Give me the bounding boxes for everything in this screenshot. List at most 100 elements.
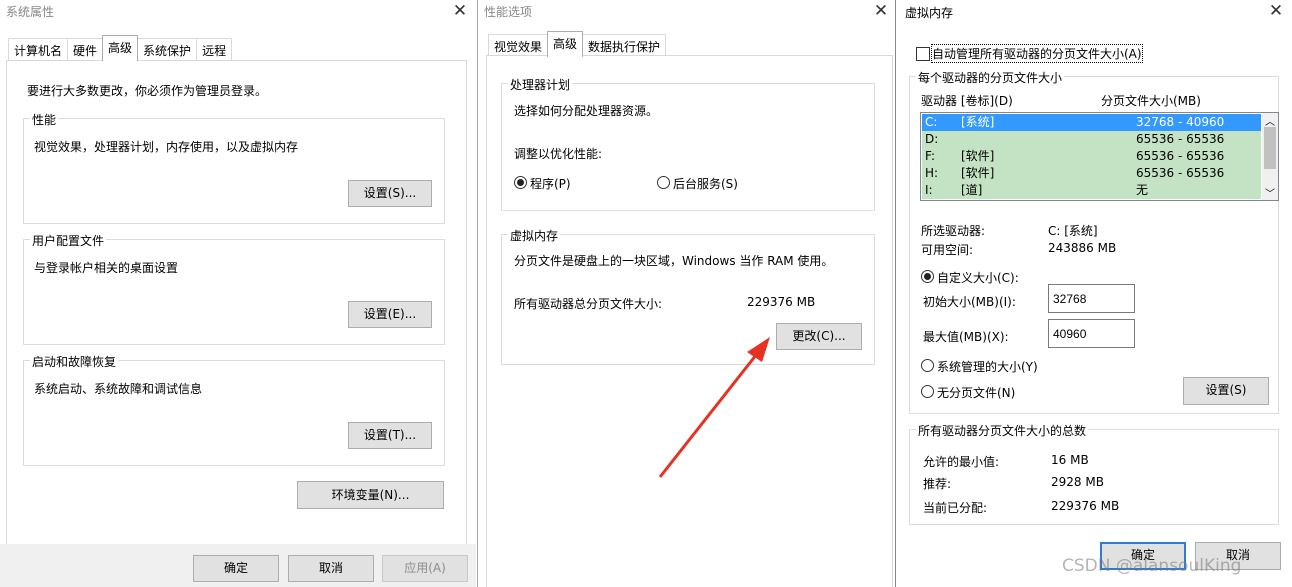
processor-scheduling-desc: 选择如何分配处理器资源。 xyxy=(514,104,659,118)
drive-row[interactable]: C: [系统] 32768 - 40960 xyxy=(922,114,1261,131)
drive-row[interactable]: H: [软件] 65536 - 65536 xyxy=(922,165,1261,182)
drive-size: 32768 - 40960 xyxy=(1136,115,1225,129)
drive-label: [道] xyxy=(961,183,983,197)
tab-page: 要进行大多数更改，你必须作为管理员登录。 性能 视觉效果，处理器计划，内存使用，… xyxy=(6,60,467,545)
drive-row[interactable]: D: 65536 - 65536 xyxy=(922,131,1261,148)
system-properties-window: 系统属性 ✕ 计算机名 硬件 高级 系统保护 远程 要进行大多数更改，你必须作为… xyxy=(0,0,476,587)
tab-page: 处理器计划 选择如何分配处理器资源。 调整以优化性能: 程序(P) 后台服务(S… xyxy=(486,55,893,587)
window-title: 性能选项 xyxy=(484,5,533,19)
drive-letter: I: xyxy=(925,183,933,197)
virtual-memory-window: 虚拟内存 ✕ 自动管理所有驱动器的分页文件大小(A) 每个驱动器的分页文件大小 … xyxy=(895,0,1292,587)
window-title: 虚拟内存 xyxy=(905,6,954,20)
virtual-memory-desc: 分页文件是硬盘上的一块区域，Windows 当作 RAM 使用。 xyxy=(514,254,834,268)
close-icon[interactable]: ✕ xyxy=(451,2,469,20)
chevron-up-icon[interactable]: ︿ xyxy=(1265,113,1275,128)
cancel-button[interactable]: 取消 xyxy=(288,555,374,582)
size-column-header: 分页文件大小(MB) xyxy=(1101,94,1201,108)
tab-visual-effects[interactable]: 视觉效果 xyxy=(488,34,549,56)
system-managed-label[interactable]: 系统管理的大小(Y) xyxy=(937,358,1038,375)
ok-button[interactable]: 确定 xyxy=(193,555,279,582)
background-services-radio[interactable] xyxy=(657,176,670,189)
close-icon[interactable]: ✕ xyxy=(1267,2,1285,20)
performance-desc: 视觉效果，处理器计划，内存使用，以及虚拟内存 xyxy=(34,140,299,154)
user-profile-settings-button[interactable]: 设置(E)... xyxy=(348,301,432,328)
total-paging-value: 229376 MB xyxy=(747,295,816,309)
drive-size: 无 xyxy=(1136,183,1149,197)
min-allowed-value: 16 MB xyxy=(1051,453,1089,467)
drive-column-header: 驱动器 [卷标](D) xyxy=(921,94,1013,108)
performance-options-window: 性能选项 ✕ 视觉效果 高级 数据执行保护 处理器计划 选择如何分配处理器资源。… xyxy=(477,0,893,587)
admin-notice: 要进行大多数更改，你必须作为管理员登录。 xyxy=(27,84,268,98)
tab-advanced[interactable]: 高级 xyxy=(102,35,139,61)
startup-recovery-group: 启动和故障恢复 系统启动、系统故障和调试信息 设置(T)... xyxy=(23,353,445,466)
window-title: 系统属性 xyxy=(6,5,55,19)
virtual-memory-label: 虚拟内存 xyxy=(508,227,561,244)
apply-button[interactable]: 应用(A) xyxy=(382,555,468,582)
adjust-for-label: 调整以优化性能: xyxy=(514,147,603,161)
custom-size-radio[interactable] xyxy=(921,270,934,283)
total-paging-label: 所有驱动器总分页文件大小: xyxy=(514,297,663,311)
drive-row[interactable]: F: [软件] 65536 - 65536 xyxy=(922,148,1261,165)
drive-letter: F: xyxy=(925,149,936,163)
auto-manage-label[interactable]: 自动管理所有驱动器的分页文件大小(A) xyxy=(931,44,1143,63)
per-drive-label: 每个驱动器的分页文件大小 xyxy=(916,69,1065,86)
custom-size-label[interactable]: 自定义大小(C): xyxy=(937,269,1019,286)
chevron-down-icon[interactable]: ﹀ xyxy=(1265,185,1275,200)
title-bar: 系统属性 ✕ xyxy=(0,0,476,22)
change-button[interactable]: 更改(C)... xyxy=(776,323,862,350)
selected-drive-label: 所选驱动器: xyxy=(921,224,986,238)
set-button[interactable]: 设置(S) xyxy=(1183,377,1269,405)
tab-system-protection[interactable]: 系统保护 xyxy=(137,38,198,60)
processor-scheduling-group: 处理器计划 选择如何分配处理器资源。 调整以优化性能: 程序(P) 后台服务(S… xyxy=(501,76,875,211)
drive-label: [软件] xyxy=(961,149,995,163)
background-services-label[interactable]: 后台服务(S) xyxy=(673,175,738,192)
initial-size-input[interactable] xyxy=(1048,284,1135,313)
watermark: CSDN @alansoulKing xyxy=(1062,556,1242,576)
user-profile-desc: 与登录帐户相关的桌面设置 xyxy=(34,261,179,275)
totals-group: 所有驱动器分页文件大小的总数 允许的最小值: 16 MB 推荐: 2928 MB… xyxy=(909,422,1279,525)
title-bar: 虚拟内存 ✕ xyxy=(896,0,1292,22)
free-space-label: 可用空间: xyxy=(921,243,974,257)
programs-radio[interactable] xyxy=(514,176,527,189)
scrollbar-thumb[interactable] xyxy=(1264,127,1276,169)
environment-variables-button[interactable]: 环境变量(N)... xyxy=(297,481,444,509)
selected-drive-value: C: [系统] xyxy=(1048,224,1098,238)
close-icon[interactable]: ✕ xyxy=(872,2,890,20)
drive-label: [软件] xyxy=(961,166,995,180)
max-size-input[interactable] xyxy=(1048,319,1135,348)
title-bar: 性能选项 ✕ xyxy=(478,0,893,22)
startup-recovery-label: 启动和故障恢复 xyxy=(30,353,119,370)
tab-remote[interactable]: 远程 xyxy=(196,38,233,60)
recommended-value: 2928 MB xyxy=(1051,475,1104,489)
drive-size: 65536 - 65536 xyxy=(1136,166,1225,180)
tab-computer-name[interactable]: 计算机名 xyxy=(8,38,69,60)
tab-advanced[interactable]: 高级 xyxy=(547,31,584,57)
tab-strip: 视觉效果 高级 数据执行保护 xyxy=(488,31,667,57)
tab-strip: 计算机名 硬件 高级 系统保护 远程 xyxy=(8,35,233,61)
recommended-label: 推荐: xyxy=(923,477,952,491)
max-size-label: 最大值(MB)(X): xyxy=(923,330,1009,344)
programs-label[interactable]: 程序(P) xyxy=(530,175,571,192)
drive-label: [系统] xyxy=(961,115,995,129)
drive-letter: C: xyxy=(925,115,938,129)
currently-allocated-value: 229376 MB xyxy=(1051,499,1120,513)
system-managed-radio[interactable] xyxy=(921,359,934,372)
tab-hardware[interactable]: 硬件 xyxy=(67,38,104,60)
startup-recovery-desc: 系统启动、系统故障和调试信息 xyxy=(34,382,203,396)
no-paging-file-label[interactable]: 无分页文件(N) xyxy=(937,384,1015,401)
drive-letter: D: xyxy=(925,132,939,146)
startup-recovery-settings-button[interactable]: 设置(T)... xyxy=(348,422,432,449)
no-paging-file-radio[interactable] xyxy=(921,385,934,398)
drive-letter: H: xyxy=(925,166,939,180)
user-profile-label: 用户配置文件 xyxy=(30,232,107,249)
totals-label: 所有驱动器分页文件大小的总数 xyxy=(916,422,1089,439)
performance-label: 性能 xyxy=(30,111,59,128)
drive-list[interactable]: C: [系统] 32768 - 40960 D: 65536 - 65536 F… xyxy=(920,112,1279,201)
tab-dep[interactable]: 数据执行保护 xyxy=(582,34,667,56)
currently-allocated-label: 当前已分配: xyxy=(923,501,988,515)
performance-settings-button[interactable]: 设置(S)... xyxy=(348,180,432,207)
drive-list-scrollbar[interactable]: ︿ ﹀ xyxy=(1262,113,1278,200)
auto-manage-checkbox[interactable] xyxy=(916,47,930,61)
performance-group: 性能 视觉效果，处理器计划，内存使用，以及虚拟内存 设置(S)... xyxy=(23,111,445,224)
drive-row[interactable]: I: [道] 无 xyxy=(922,182,1261,199)
